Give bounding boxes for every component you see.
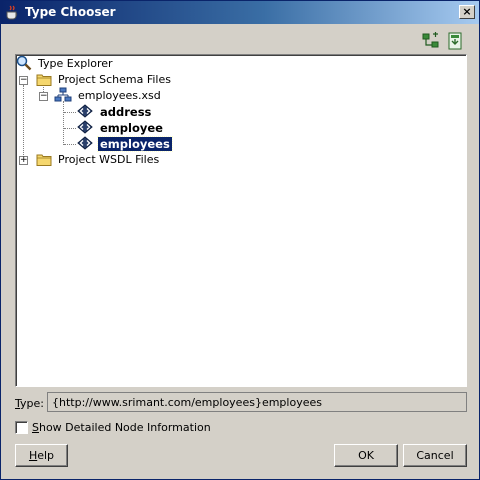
tree-node-label: address (100, 105, 152, 119)
ok-button[interactable]: OK (334, 444, 398, 467)
magnifier-icon (16, 55, 32, 74)
tree-node-employees[interactable]: employees (76, 135, 173, 153)
help-button[interactable]: Help (15, 444, 68, 467)
tree-node-label: employees (97, 136, 173, 152)
element-icon (76, 103, 94, 121)
collapse-toggle[interactable]: − (19, 76, 28, 85)
collapse-toggle[interactable]: − (39, 92, 48, 101)
cancel-button[interactable]: Cancel (403, 444, 467, 467)
expand-toggle[interactable]: + (19, 156, 28, 165)
tree-node-address[interactable]: address (76, 103, 153, 121)
tree-line (64, 128, 76, 129)
folder-icon (36, 151, 52, 170)
schema-file-icon (54, 87, 72, 106)
type-field[interactable]: {http://www.srimant.com/employees}employ… (47, 392, 467, 412)
tree-node-project-wsdl-files[interactable]: Project WSDL Files (36, 152, 161, 168)
type-explorer-tree[interactable]: Type Explorer − Project Schema Files − e… (15, 54, 467, 387)
show-detailed-node-info-checkbox[interactable]: Show Detailed Node Information (15, 419, 211, 435)
tree-root-type-explorer[interactable]: Type Explorer (16, 55, 115, 74)
folder-icon (36, 71, 52, 90)
title-bar[interactable]: Type Chooser × (1, 1, 479, 24)
checkbox-label: Show Detailed Node Information (32, 420, 211, 434)
tree-node-employee[interactable]: employee (76, 119, 165, 137)
element-icon (76, 119, 94, 137)
tree-line (64, 112, 76, 113)
type-label: Type: (15, 397, 44, 410)
checkbox-box[interactable] (15, 420, 28, 434)
tree-line (63, 101, 64, 145)
tree-node-employees-xsd[interactable]: employees.xsd (54, 87, 163, 106)
type-chooser-dialog: Type Chooser × Type Explorer − Project S… (0, 0, 480, 480)
tree-node-label: Project Schema Files (58, 73, 171, 86)
window-title: Type Chooser (25, 5, 116, 19)
close-button[interactable]: × (459, 5, 475, 19)
tree-node-label: employees.xsd (78, 89, 161, 102)
element-icon (76, 135, 94, 153)
tree-node-label: employee (100, 121, 163, 135)
schema-hierarchy-icon[interactable] (421, 31, 441, 51)
tree-node-label: Type Explorer (38, 57, 113, 70)
tree-line (23, 85, 24, 161)
tree-node-label: Project WSDL Files (58, 153, 160, 166)
import-schema-icon[interactable] (445, 31, 465, 51)
java-cup-icon (4, 4, 21, 21)
tree-line (64, 144, 76, 145)
